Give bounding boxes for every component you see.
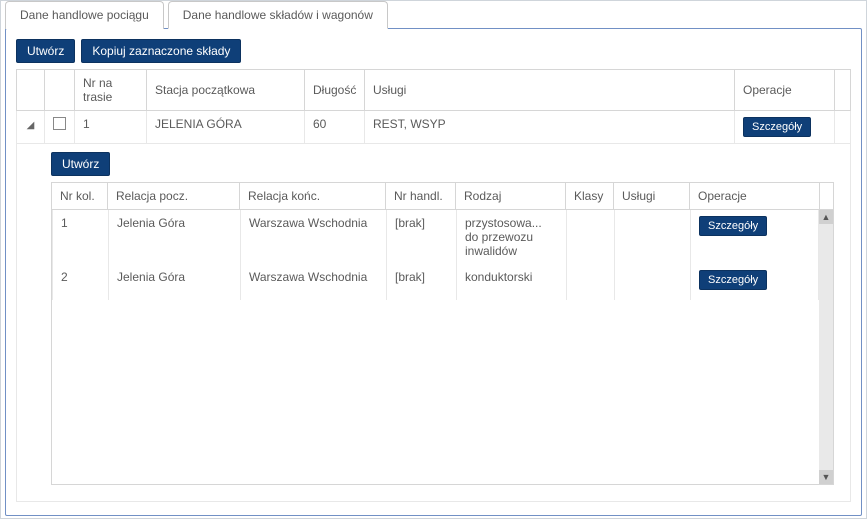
- tab-bar: Dane handlowe pociągu Dane handlowe skła…: [5, 1, 867, 29]
- col-classes: Klasy: [566, 183, 614, 210]
- col-start-station: Stacja początkowa: [147, 70, 305, 111]
- col-inner-operations: Operacje: [690, 183, 820, 210]
- tab-panel: Utwórz Kopiuj zaznaczone składy Nr na tr…: [5, 28, 862, 516]
- col-services: Usługi: [365, 70, 735, 111]
- row-checkbox[interactable]: [53, 117, 66, 130]
- create-button[interactable]: Utwórz: [16, 39, 75, 63]
- col-operations: Operacje: [735, 70, 835, 111]
- scroll-down-icon[interactable]: ▼: [819, 470, 833, 484]
- copy-selected-button[interactable]: Kopiuj zaznaczone składy: [81, 39, 241, 63]
- compositions-header-row: Nr na trasie Stacja początkowa Długość U…: [17, 70, 851, 111]
- cell-relation-start: Jelenia Góra: [109, 210, 241, 264]
- scroll-up-icon[interactable]: ▲: [819, 210, 833, 224]
- col-length: Długość: [305, 70, 365, 111]
- cell-route-nr: 1: [75, 111, 147, 144]
- col-wagon-nr: Nr kol.: [52, 183, 108, 210]
- cell-inner-services: [615, 210, 691, 264]
- composition-row: ◢ 1 JELENIA GÓRA 60 REST, WSYP Szczegóły: [17, 111, 851, 144]
- col-relation-end: Relacja końc.: [240, 183, 386, 210]
- col-inner-services: Usługi: [614, 183, 690, 210]
- wagons-body: 1 Jelenia Góra Warszawa Wschodnia [brak]…: [52, 210, 819, 484]
- cell-classes: [567, 264, 615, 300]
- col-route-nr: Nr na trasie: [75, 70, 147, 111]
- wagons-header-row: Nr kol. Relacja pocz. Relacja końc. Nr h…: [52, 183, 834, 210]
- wagon-row: 1 Jelenia Góra Warszawa Wschodnia [brak]…: [53, 210, 819, 264]
- cell-trade-nr: [brak]: [387, 210, 457, 264]
- cell-start-station: JELENIA GÓRA: [147, 111, 305, 144]
- wagon-row: 2 Jelenia Góra Warszawa Wschodnia [brak]…: [53, 264, 819, 300]
- inner-vertical-scrollbar[interactable]: ▲ ▼: [819, 210, 833, 484]
- cell-type: przystosowa... do przewozu inwalidów: [457, 210, 567, 264]
- col-inner-scroll-gutter: [820, 183, 834, 210]
- details-button[interactable]: Szczegóły: [743, 117, 811, 137]
- col-type: Rodzaj: [456, 183, 566, 210]
- col-expand: [17, 70, 45, 111]
- app-frame: Dane handlowe pociągu Dane handlowe skła…: [0, 0, 867, 519]
- wagons-table: Nr kol. Relacja pocz. Relacja końc. Nr h…: [51, 182, 834, 210]
- cell-trade-nr: [brak]: [387, 264, 457, 300]
- col-relation-start: Relacja pocz.: [108, 183, 240, 210]
- cell-length: 60: [305, 111, 365, 144]
- compositions-table: Nr na trasie Stacja początkowa Długość U…: [16, 69, 851, 502]
- cell-relation-end: Warszawa Wschodnia: [241, 264, 387, 300]
- tab-wagons-data[interactable]: Dane handlowe składów i wagonów: [168, 1, 388, 29]
- cell-inner-services: [615, 264, 691, 300]
- cell-wagon-nr: 1: [53, 210, 109, 264]
- cell-relation-end: Warszawa Wschodnia: [241, 210, 387, 264]
- col-checkbox: [45, 70, 75, 111]
- col-scrollbar-gutter: [835, 70, 851, 111]
- cell-wagon-nr: 2: [53, 264, 109, 300]
- cell-relation-start: Jelenia Góra: [109, 264, 241, 300]
- main-toolbar: Utwórz Kopiuj zaznaczone składy: [16, 39, 851, 63]
- wagons-toolbar: Utwórz: [51, 144, 834, 182]
- wagons-panel: Utwórz Nr kol. Relacja pocz.: [51, 144, 834, 485]
- expand-toggle-icon[interactable]: ◢: [27, 120, 35, 131]
- composition-detail-row: Utwórz Nr kol. Relacja pocz.: [17, 144, 851, 502]
- inner-details-button[interactable]: Szczegóły: [699, 216, 767, 236]
- col-trade-nr: Nr handl.: [386, 183, 456, 210]
- inner-details-button[interactable]: Szczegóły: [699, 270, 767, 290]
- cell-classes: [567, 210, 615, 264]
- cell-type: konduktorski: [457, 264, 567, 300]
- wagons-body-container: 1 Jelenia Góra Warszawa Wschodnia [brak]…: [51, 210, 834, 485]
- cell-services: REST, WSYP: [365, 111, 735, 144]
- inner-create-button[interactable]: Utwórz: [51, 152, 110, 176]
- tab-train-data[interactable]: Dane handlowe pociągu: [5, 1, 164, 29]
